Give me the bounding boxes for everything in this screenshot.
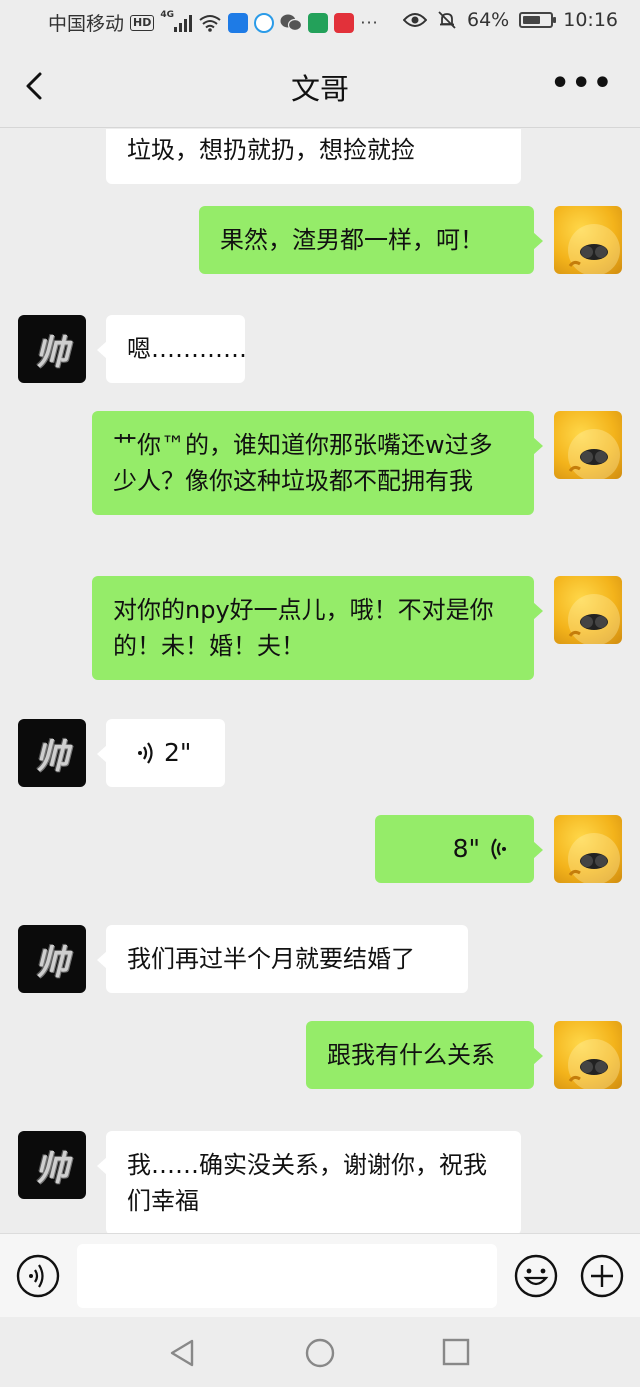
app-notification-icon — [308, 12, 329, 33]
contact-avatar[interactable]: 帅 — [18, 315, 86, 383]
my-avatar[interactable] — [554, 411, 622, 479]
eye-comfort-icon — [403, 13, 427, 27]
chat-title: 文哥 — [290, 72, 349, 106]
system-recent-apps-icon[interactable] — [442, 1338, 470, 1366]
contact-avatar[interactable]: 帅 — [18, 1131, 86, 1199]
voice-message-bubble[interactable]: 2" — [97, 719, 225, 787]
system-back-icon[interactable] — [166, 1337, 198, 1369]
chat-header: 文哥 ••• — [0, 44, 640, 128]
clock: 10:16 — [563, 9, 618, 31]
message-input[interactable] — [77, 1244, 497, 1308]
more-options-icon[interactable]: ••• — [550, 69, 614, 99]
binoculars-chick-icon — [568, 429, 620, 479]
status-right: 64% 10:16 — [403, 9, 618, 31]
app-notification-icon — [228, 12, 249, 33]
message-bubble[interactable]: 跟我有什么关系 — [306, 1021, 543, 1089]
system-navigation-bar — [0, 1317, 640, 1387]
signal-icon: 4G — [160, 10, 193, 32]
plus-icon[interactable] — [580, 1254, 624, 1298]
message-bubble[interactable]: 嗯………… — [97, 315, 247, 383]
app-notification-icon — [254, 12, 275, 33]
voice-wave-icon — [138, 742, 153, 764]
wifi-icon — [199, 14, 221, 32]
hd-badge: HD — [130, 14, 155, 31]
my-avatar[interactable] — [554, 576, 622, 644]
mute-bell-icon — [438, 11, 456, 29]
contact-avatar[interactable]: 帅 — [18, 719, 86, 787]
message-list[interactable]: 垃圾，想扔就扔，想捡就捡 果然，渣男都一样，呵！ 帅 嗯………… 艹你™的，谁知… — [0, 129, 640, 1233]
my-avatar[interactable] — [554, 815, 622, 883]
binoculars-chick-icon — [568, 594, 620, 644]
contact-avatar[interactable]: 帅 — [18, 925, 86, 993]
message-bubble[interactable]: 我们再过半个月就要结婚了 — [97, 925, 468, 993]
status-bar: 中国移动 HD 4G ··· 64% 10:16 — [0, 0, 640, 44]
voice-input-icon[interactable] — [16, 1254, 60, 1298]
input-bar — [0, 1233, 640, 1317]
voice-duration: 2" — [164, 738, 192, 767]
app-notification-icon — [334, 12, 355, 33]
message-bubble[interactable]: 垃圾，想扔就扔，想捡就捡 — [106, 129, 521, 184]
status-left: 中国移动 HD 4G ··· — [48, 9, 379, 36]
voice-message-bubble[interactable]: 8" — [375, 815, 543, 883]
message-bubble[interactable]: 我……确实没关系，谢谢你，祝我们幸福 — [97, 1131, 521, 1233]
carrier-label: 中国移动 — [48, 13, 125, 35]
binoculars-chick-icon — [568, 833, 620, 883]
emoji-icon[interactable] — [514, 1254, 558, 1298]
voice-duration: 8" — [452, 834, 480, 863]
voice-wave-icon — [491, 838, 506, 860]
more-notifications-icon: ··· — [360, 13, 379, 32]
message-bubble[interactable]: 果然，渣男都一样，呵！ — [199, 206, 543, 274]
battery-percent: 64% — [467, 9, 510, 31]
binoculars-chick-icon — [568, 224, 620, 274]
my-avatar[interactable] — [554, 1021, 622, 1089]
battery-icon — [519, 12, 557, 28]
binoculars-chick-icon — [568, 1039, 620, 1089]
system-home-icon[interactable] — [304, 1337, 336, 1369]
my-avatar[interactable] — [554, 206, 622, 274]
message-bubble[interactable]: 对你的npy好一点儿，哦！不对是你的！未！婚！夫！ — [92, 576, 543, 680]
wechat-icon — [280, 14, 303, 31]
message-bubble[interactable]: 艹你™的，谁知道你那张嘴还w过多少人？像你这种垃圾都不配拥有我 — [92, 411, 543, 515]
network-type-label: 4G — [160, 9, 175, 20]
